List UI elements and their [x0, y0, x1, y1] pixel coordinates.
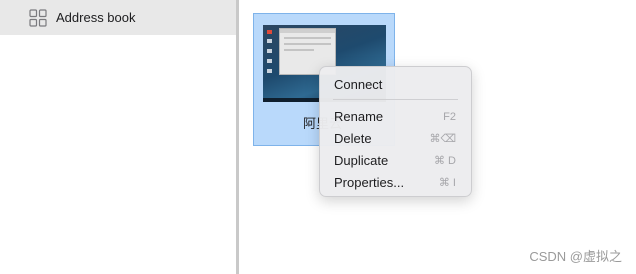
- menu-item-label: Rename: [334, 109, 384, 124]
- menu-item-properties[interactable]: Properties... ⌘ I: [320, 172, 473, 194]
- sidebar-item-label: Address book: [56, 10, 136, 25]
- watermark: CSDN @虚拟之: [529, 249, 622, 264]
- menu-item-rename[interactable]: Rename F2: [320, 106, 473, 128]
- menu-item-label: Delete: [334, 131, 372, 146]
- menu-item-label: Duplicate: [334, 153, 389, 168]
- menu-item-connect[interactable]: Connect: [320, 74, 473, 96]
- context-menu: Connect Rename F2 Delete ⌘⌫ Duplicate ⌘ …: [319, 66, 472, 197]
- menu-item-shortcut: F2: [443, 111, 456, 123]
- menu-item-duplicate[interactable]: Duplicate ⌘ D: [320, 150, 473, 172]
- menu-item-label: Connect: [334, 77, 383, 92]
- menu-separator: [333, 99, 458, 100]
- menu-item-label: Properties...: [334, 175, 405, 190]
- menu-item-shortcut: ⌘⌫: [429, 133, 456, 145]
- sidebar: Address book: [0, 0, 236, 274]
- grid-icon: [29, 9, 47, 27]
- menu-item-shortcut: ⌘ I: [438, 177, 456, 189]
- menu-item-delete[interactable]: Delete ⌘⌫: [320, 128, 473, 150]
- menu-item-shortcut: ⌘ D: [434, 155, 456, 167]
- sidebar-item-address-book[interactable]: Address book: [0, 0, 236, 35]
